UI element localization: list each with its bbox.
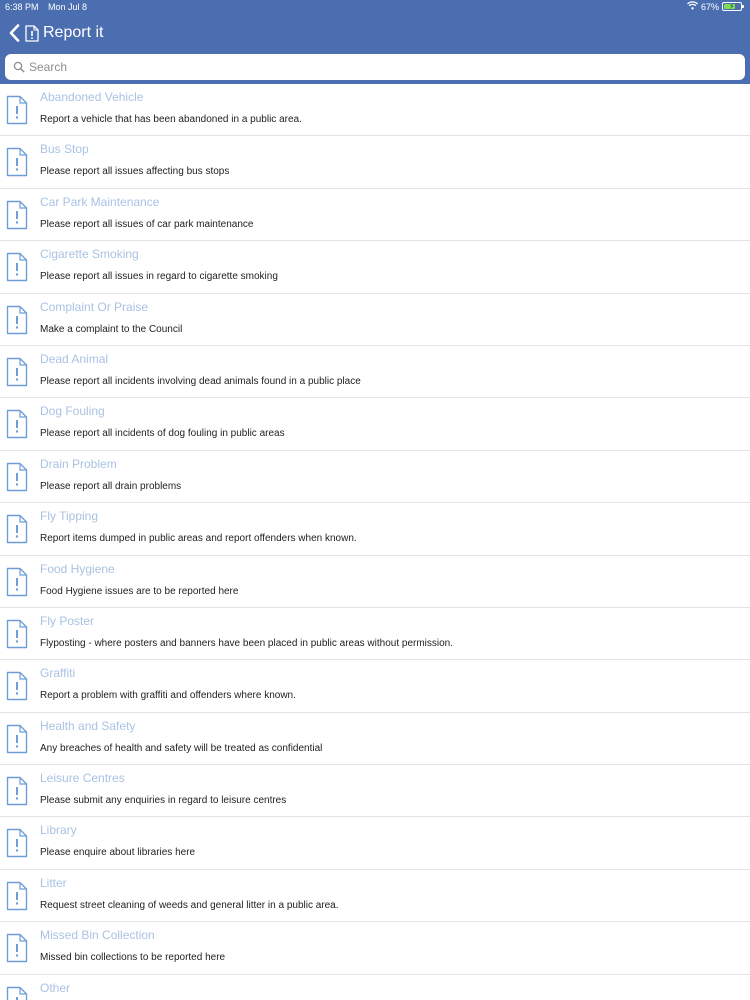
list-item-title: Graffiti [40, 666, 76, 681]
list-item-title: Food Hygiene [40, 561, 115, 576]
list-item[interactable]: Health and Safety Any breaches of health … [0, 713, 750, 766]
back-button[interactable]: Report it [8, 24, 103, 42]
list-item-title: Litter [40, 875, 67, 890]
list-item-title: Bus Stop [40, 142, 89, 157]
list-item[interactable]: Fly Poster Flyposting - where posters and… [0, 608, 750, 661]
list-item-title: Dog Fouling [40, 404, 105, 419]
search-input[interactable]: Search [5, 54, 745, 80]
report-document-icon [6, 514, 28, 549]
page-title: Report it [43, 24, 104, 41]
report-document-icon [6, 305, 28, 340]
report-document-icon [6, 357, 28, 392]
list-item-description: Please enquire about libraries here [40, 847, 196, 859]
report-document-icon [6, 724, 28, 759]
list-item[interactable]: Leisure Centres Please submit any enquiri… [0, 765, 750, 818]
list-item-description: Report a vehicle that has been abandoned… [40, 114, 302, 125]
list-item-title: Abandoned Vehicle [40, 90, 144, 104]
list-item[interactable]: Missed Bin Collection Missed bin collecti… [0, 922, 750, 975]
report-document-icon [6, 95, 28, 130]
list-item-description: Request street cleaning of weeds and gen… [40, 899, 339, 911]
list-item-description: Please report all issues of car park mai… [40, 218, 254, 230]
battery-percent: 67% [700, 1, 719, 12]
list-item[interactable]: Fly Tipping Report items dumped in public… [0, 503, 750, 556]
report-document-icon [25, 24, 39, 42]
list-item-title: Drain Problem [40, 456, 117, 471]
report-document-icon [6, 462, 28, 497]
list-item-description: Missed bin collections to be reported he… [40, 952, 226, 964]
list-item[interactable]: Litter Request street cleaning of weeds a… [0, 870, 750, 923]
list-item[interactable]: Complaint Or Praise Make a complaint to t… [0, 294, 750, 346]
report-document-icon [6, 776, 28, 811]
battery-nub [742, 5, 744, 8]
report-document-icon [6, 409, 28, 444]
navigation-bar: Report it [0, 16, 750, 50]
list-item[interactable]: Library Please enquire about libraries he… [0, 817, 750, 870]
report-document-icon [6, 200, 28, 235]
list-item[interactable]: Dog Fouling Please report all incidents o… [0, 398, 750, 451]
battery-icon: ⚡ [722, 2, 744, 11]
report-document-icon [6, 828, 28, 863]
list-item[interactable]: Cigarette Smoking Please report all issue… [0, 241, 750, 294]
list-item-title: Other [40, 980, 71, 995]
list-item-title: Fly Tipping [40, 509, 99, 524]
list-item[interactable]: Graffiti Report a problem with graffiti a… [0, 660, 750, 713]
list-item-description: Flyposting - where posters and banners h… [40, 637, 454, 649]
report-document-icon [6, 619, 28, 654]
report-document-icon [6, 933, 28, 968]
search-icon [13, 61, 25, 73]
list-item-title: Cigarette Smoking [40, 247, 139, 262]
search-placeholder: Search [29, 60, 68, 74]
list-item-title: Library [40, 823, 77, 838]
report-document-icon [6, 147, 28, 182]
report-document-icon [6, 252, 28, 287]
list-item-title: Car Park Maintenance [40, 194, 160, 209]
report-document-icon [6, 671, 28, 706]
status-bar: 6:38 PM Mon Jul 8 67% ⚡ [0, 0, 750, 16]
header-bar: 6:38 PM Mon Jul 8 67% ⚡ Report it Search [0, 0, 750, 84]
chevron-left-icon [9, 24, 20, 42]
list-item-title: Health and Safety [40, 718, 136, 733]
list-item[interactable]: Bus Stop Please report all issues affecti… [0, 136, 750, 189]
list-item-description: Please report all drain problems [40, 480, 182, 492]
list-item-title: Complaint Or Praise [40, 299, 149, 314]
report-document-icon [6, 881, 28, 916]
list-item-description: Please report all issues in regard to ci… [40, 271, 278, 283]
list-item-description: Any breaches of health and safety will b… [40, 742, 323, 754]
wifi-icon [687, 1, 698, 12]
list-item-title: Missed Bin Collection [40, 928, 155, 943]
list-item[interactable]: Car Park Maintenance Please report all is… [0, 189, 750, 242]
list-item-description: Report a problem with graffiti and offen… [40, 690, 296, 702]
status-time: 6:38 PM [5, 2, 39, 12]
list-item-description: Please report all incidents of dog fouli… [40, 428, 285, 440]
list-item-description: Please report all issues affecting bus s… [40, 166, 230, 178]
status-date: Mon Jul 8 [48, 2, 88, 12]
list-item-description: Please submit any enquiries in regard to… [40, 795, 287, 807]
status-right: 67% ⚡ [687, 1, 744, 12]
list-item[interactable]: Food Hygiene Food Hygiene issues are to b… [0, 556, 750, 608]
list-item-description: Food Hygiene issues are to be reported h… [40, 585, 239, 597]
list-item-title: Dead Animal [40, 351, 109, 366]
list-item[interactable]: Drain Problem Please report all drain pro… [0, 451, 750, 504]
list-item[interactable]: Dead Animal Please report all incidents i… [0, 346, 750, 399]
report-document-icon [6, 567, 28, 602]
report-document-icon [6, 986, 28, 1000]
list-item[interactable]: Other [0, 975, 750, 1000]
list-item-title: Leisure Centres [40, 771, 125, 786]
list-item-description: Make a complaint to the Council [40, 323, 183, 335]
list-item[interactable]: Abandoned Vehicle Report a vehicle that h… [0, 84, 750, 137]
report-category-list: Abandoned Vehicle Report a vehicle that h… [0, 84, 750, 1000]
list-item-title: Fly Poster [40, 613, 95, 628]
list-item-description: Please report all incidents involving de… [40, 375, 361, 387]
charging-bolt-icon: ⚡ [729, 2, 735, 11]
list-item-description: Report items dumped in public areas and … [40, 533, 357, 545]
